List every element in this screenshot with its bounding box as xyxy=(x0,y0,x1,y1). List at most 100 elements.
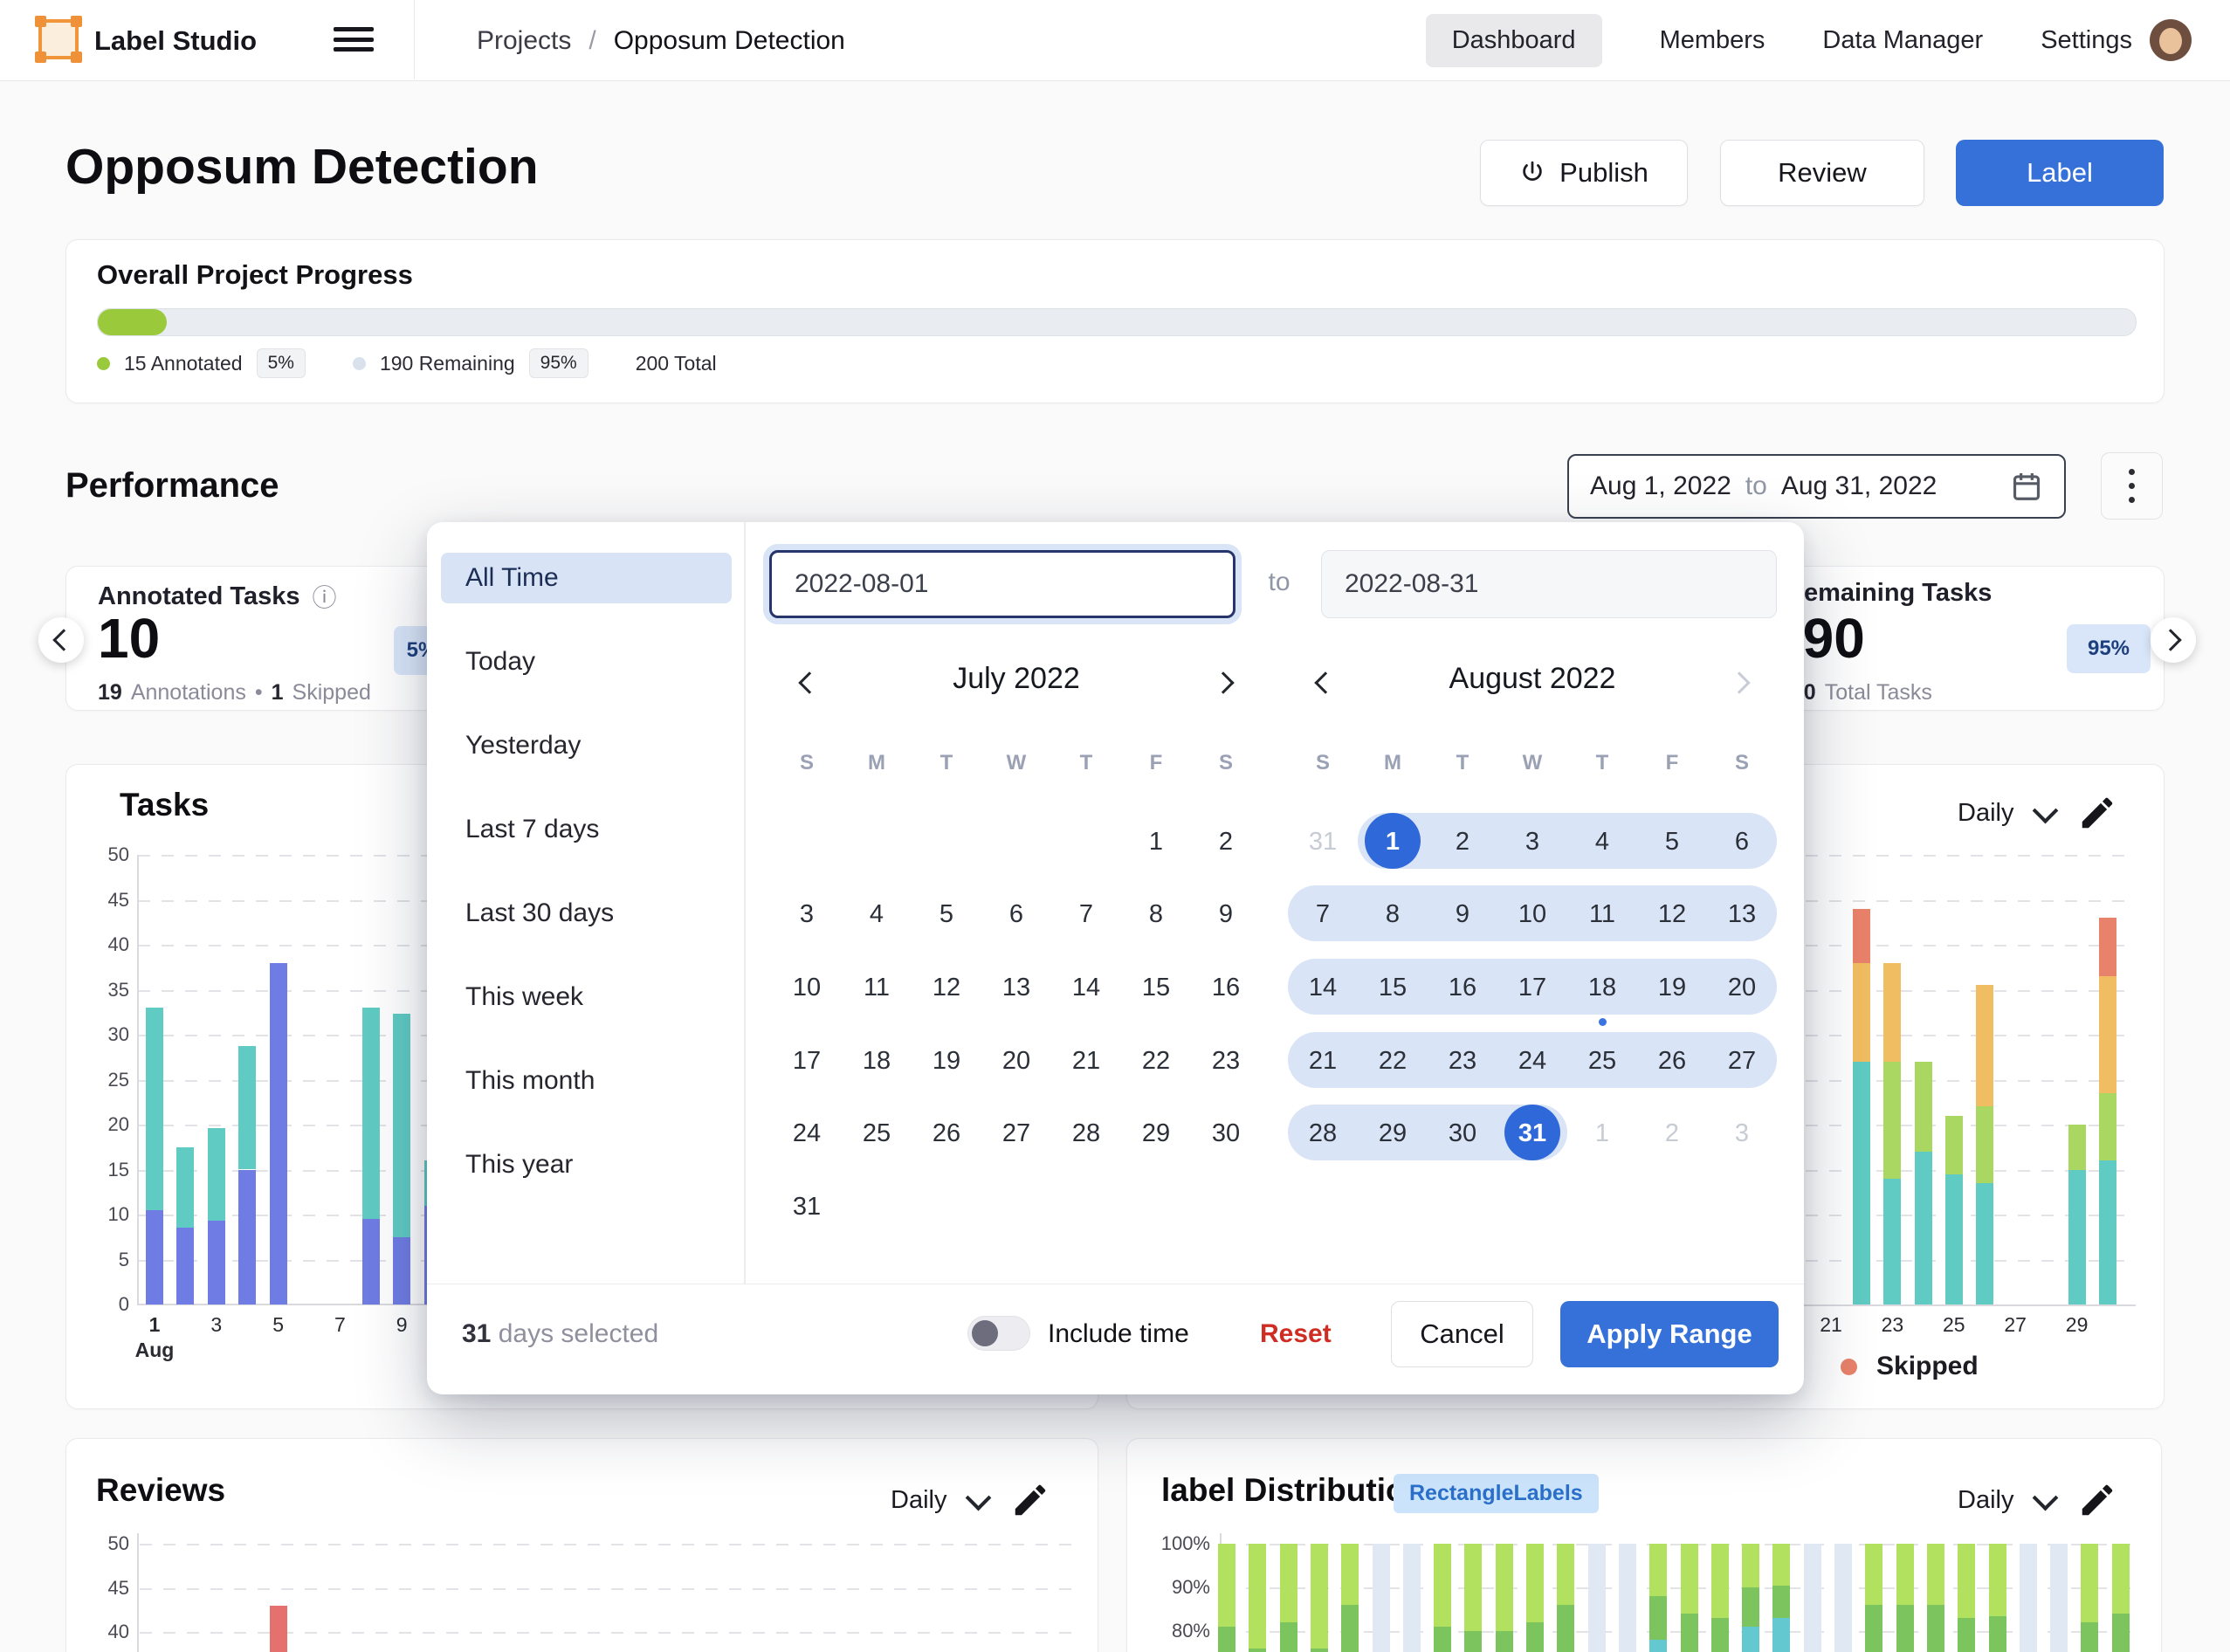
breadcrumb-projects[interactable]: Projects xyxy=(477,26,571,56)
preset-last-7-days[interactable]: Last 7 days xyxy=(441,804,732,855)
calendar-day[interactable]: 8 xyxy=(1121,900,1191,929)
range-start-input[interactable]: 2022-08-01 xyxy=(769,550,1235,618)
calendar-day[interactable]: 17 xyxy=(772,1047,842,1076)
calendar-day[interactable]: 1 xyxy=(1121,828,1191,857)
edit-pencil-icon[interactable] xyxy=(1010,1480,1050,1520)
calendar-day[interactable]: 2 xyxy=(1191,828,1261,857)
calendar-day[interactable]: 18 xyxy=(842,1047,912,1076)
calendar-day[interactable]: 15 xyxy=(1121,974,1191,1002)
calendar-day[interactable]: 21 xyxy=(1051,1047,1121,1076)
calendar-day[interactable]: 9 xyxy=(1191,900,1261,929)
preset-yesterday[interactable]: Yesterday xyxy=(441,720,732,771)
calendar-day[interactable]: 2 xyxy=(1637,1119,1707,1148)
calendar-day[interactable]: 5 xyxy=(912,900,981,929)
label-button[interactable]: Label xyxy=(1956,140,2164,206)
info-icon[interactable]: ⓘ xyxy=(313,579,337,614)
calendar-day[interactable]: 28 xyxy=(1051,1119,1121,1148)
calendar-prev-icon[interactable] xyxy=(1304,664,1342,702)
calendar-day[interactable]: 21 xyxy=(1288,1047,1358,1076)
review-button[interactable]: Review xyxy=(1720,140,1924,206)
calendar-day[interactable]: 16 xyxy=(1428,974,1497,1002)
calendar-day[interactable]: 18 xyxy=(1567,974,1637,1002)
calendar-day[interactable]: 16 xyxy=(1191,974,1261,1002)
calendar-day[interactable]: 14 xyxy=(1051,974,1121,1002)
calendar-day[interactable]: 24 xyxy=(1497,1047,1567,1076)
interval-select[interactable]: Daily xyxy=(1958,799,2013,828)
calendar-day[interactable]: 1 xyxy=(1358,828,1428,857)
calendar-day[interactable]: 20 xyxy=(981,1047,1051,1076)
edit-pencil-icon[interactable] xyxy=(2077,1480,2117,1520)
calendar-day[interactable]: 23 xyxy=(1191,1047,1261,1076)
preset-today[interactable]: Today xyxy=(441,637,732,687)
user-avatar[interactable] xyxy=(2150,19,2192,61)
calendar-day[interactable]: 30 xyxy=(1191,1119,1261,1148)
date-range-control[interactable]: Aug 1, 2022 to Aug 31, 2022 xyxy=(1567,454,2066,519)
calendar-day[interactable]: 31 xyxy=(1288,828,1358,857)
calendar-day[interactable]: 30 xyxy=(1428,1119,1497,1148)
reset-button[interactable]: Reset xyxy=(1260,1319,1332,1349)
calendar-day[interactable]: 7 xyxy=(1288,900,1358,929)
calendar-day[interactable]: 25 xyxy=(1567,1047,1637,1076)
calendar-day[interactable]: 5 xyxy=(1637,828,1707,857)
calendar-day[interactable]: 27 xyxy=(981,1119,1051,1148)
carousel-next-button[interactable] xyxy=(2151,617,2196,663)
more-options-button[interactable] xyxy=(2101,452,2163,520)
calendar-day[interactable]: 26 xyxy=(912,1119,981,1148)
interval-select[interactable]: Daily xyxy=(891,1486,946,1515)
interval-select[interactable]: Daily xyxy=(1958,1486,2013,1515)
edit-pencil-icon[interactable] xyxy=(2077,793,2117,833)
preset-this-month[interactable]: This month xyxy=(441,1056,732,1106)
range-end-input[interactable]: 2022-08-31 xyxy=(1321,550,1777,618)
calendar-day[interactable]: 8 xyxy=(1358,900,1428,929)
calendar-next-icon[interactable] xyxy=(1207,664,1245,702)
calendar-day[interactable]: 13 xyxy=(1707,900,1777,929)
calendar-day[interactable]: 4 xyxy=(842,900,912,929)
preset-all-time[interactable]: All Time xyxy=(441,553,732,603)
preset-last-30-days[interactable]: Last 30 days xyxy=(441,888,732,939)
calendar-day[interactable]: 3 xyxy=(1497,828,1567,857)
calendar-day[interactable]: 11 xyxy=(842,974,912,1002)
nav-item-members[interactable]: Members xyxy=(1660,26,1765,55)
apply-range-button[interactable]: Apply Range xyxy=(1560,1301,1779,1367)
preset-this-year[interactable]: This year xyxy=(441,1139,732,1190)
calendar-day[interactable]: 19 xyxy=(912,1047,981,1076)
calendar-day[interactable]: 15 xyxy=(1358,974,1428,1002)
calendar-day[interactable]: 1 xyxy=(1567,1119,1637,1148)
carousel-prev-button[interactable] xyxy=(38,617,84,663)
calendar-day[interactable]: 10 xyxy=(1497,900,1567,929)
menu-icon[interactable] xyxy=(334,27,374,53)
calendar-day[interactable]: 6 xyxy=(981,900,1051,929)
calendar-day[interactable]: 13 xyxy=(981,974,1051,1002)
calendar-day[interactable]: 11 xyxy=(1567,900,1637,929)
nav-item-dashboard[interactable]: Dashboard xyxy=(1426,14,1602,67)
calendar-day[interactable]: 29 xyxy=(1121,1119,1191,1148)
calendar-day[interactable]: 27 xyxy=(1707,1047,1777,1076)
calendar-day[interactable]: 3 xyxy=(1707,1119,1777,1148)
calendar-day[interactable]: 19 xyxy=(1637,974,1707,1002)
calendar-day[interactable]: 22 xyxy=(1121,1047,1191,1076)
calendar-day[interactable]: 20 xyxy=(1707,974,1777,1002)
calendar-day[interactable]: 9 xyxy=(1428,900,1497,929)
calendar-day[interactable]: 29 xyxy=(1358,1119,1428,1148)
calendar-day[interactable]: 6 xyxy=(1707,828,1777,857)
calendar-day[interactable]: 17 xyxy=(1497,974,1567,1002)
calendar-day[interactable]: 31 xyxy=(772,1193,842,1222)
preset-this-week[interactable]: This week xyxy=(441,972,732,1022)
calendar-day[interactable]: 4 xyxy=(1567,828,1637,857)
calendar-day[interactable]: 25 xyxy=(842,1119,912,1148)
nav-item-settings[interactable]: Settings xyxy=(2041,26,2132,55)
calendar-day[interactable]: 22 xyxy=(1358,1047,1428,1076)
calendar-day[interactable]: 3 xyxy=(772,900,842,929)
calendar-day[interactable]: 10 xyxy=(772,974,842,1002)
calendar-day[interactable]: 14 xyxy=(1288,974,1358,1002)
calendar-day[interactable]: 2 xyxy=(1428,828,1497,857)
calendar-day[interactable]: 31 xyxy=(1497,1119,1567,1148)
calendar-prev-icon[interactable] xyxy=(788,664,826,702)
calendar-day[interactable]: 24 xyxy=(772,1119,842,1148)
calendar-day[interactable]: 26 xyxy=(1637,1047,1707,1076)
calendar-day[interactable]: 12 xyxy=(912,974,981,1002)
include-time-toggle[interactable] xyxy=(967,1316,1030,1351)
calendar-day[interactable]: 12 xyxy=(1637,900,1707,929)
calendar-day[interactable]: 23 xyxy=(1428,1047,1497,1076)
cancel-button[interactable]: Cancel xyxy=(1391,1301,1533,1367)
